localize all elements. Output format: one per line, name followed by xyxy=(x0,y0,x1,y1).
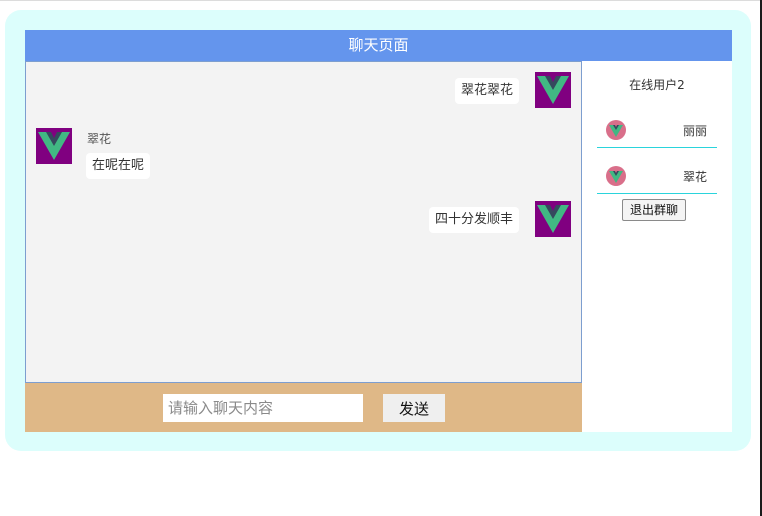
message-sender-name: 翠花 xyxy=(87,132,112,146)
send-button[interactable]: 发送 xyxy=(383,394,445,422)
message-area[interactable]: 翠花翠花 翠花 在呢在呢 四十分发顺丰 xyxy=(25,61,582,383)
online-user-name: 丽丽 xyxy=(682,124,707,138)
vue-logo-icon xyxy=(606,120,626,140)
vue-logo-icon xyxy=(36,128,72,164)
online-user-name: 翠花 xyxy=(682,170,707,184)
online-count-label: 在线用户2 xyxy=(629,78,685,92)
message-bubble: 四十分发顺丰 xyxy=(428,207,519,233)
vue-logo-icon xyxy=(606,166,626,186)
page-title: 聊天页面 xyxy=(25,30,732,61)
message-bubble: 在呢在呢 xyxy=(86,153,151,179)
online-user-item[interactable]: 翠花 xyxy=(597,159,717,194)
vue-logo-icon xyxy=(535,72,571,108)
message-bubble: 翠花翠花 xyxy=(454,78,519,104)
input-bar: 发送 xyxy=(25,383,582,432)
online-user-item[interactable]: 丽丽 xyxy=(597,113,717,148)
vue-logo-icon xyxy=(535,201,571,237)
online-users-panel: 在线用户2 丽丽 翠花 退出群聊 xyxy=(582,61,732,432)
window-top-edge xyxy=(0,0,762,1)
chat-input[interactable] xyxy=(163,394,363,422)
exit-group-button[interactable]: 退出群聊 xyxy=(622,199,687,221)
